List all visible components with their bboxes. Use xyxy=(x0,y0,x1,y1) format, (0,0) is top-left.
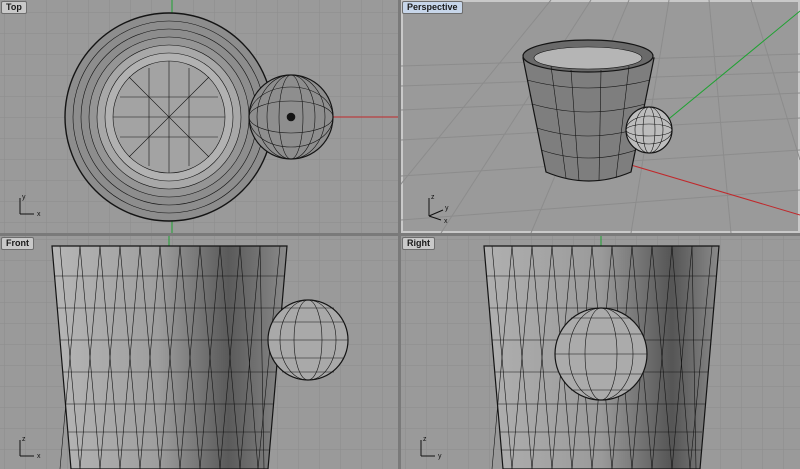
viewport-front-tab[interactable]: Front xyxy=(1,237,34,250)
viewport-top-tab[interactable]: Top xyxy=(1,1,27,14)
perspective-axis-z: z xyxy=(431,194,435,201)
top-axis-x: x xyxy=(37,211,41,218)
sphere-right-mesh xyxy=(554,307,648,401)
right-axis-y: y xyxy=(438,453,442,460)
right-axis-widget: z y xyxy=(420,436,442,460)
top-axis-y: y xyxy=(22,194,26,201)
top-view-canvas xyxy=(0,0,398,233)
perspective-axis-y: y xyxy=(445,205,449,212)
perspective-x-axis-line xyxy=(630,164,800,216)
perspective-axis-widget: z y x xyxy=(428,194,449,224)
viewport-perspective[interactable]: Perspective z y x xyxy=(401,0,800,233)
front-axis-widget: z x xyxy=(19,436,41,460)
cup-perspective-mesh xyxy=(522,39,655,182)
right-axis-z: z xyxy=(423,436,427,443)
sphere-top-mesh xyxy=(248,74,334,160)
viewport-top[interactable]: Top y x xyxy=(0,0,398,233)
viewport-grid: Top y x Perspective z y x Front z x Righ… xyxy=(0,0,800,469)
viewport-front[interactable]: Front z x xyxy=(0,236,398,469)
cup-front-mesh xyxy=(51,245,288,469)
perspective-axis-x: x xyxy=(444,218,448,224)
front-axis-x: x xyxy=(37,453,41,460)
viewport-perspective-tab[interactable]: Perspective xyxy=(402,1,463,14)
sphere-front-mesh xyxy=(267,299,349,381)
right-view-canvas xyxy=(401,236,800,469)
sphere-perspective-mesh xyxy=(625,106,673,154)
cup-top-mesh xyxy=(64,12,274,222)
viewport-right-tab[interactable]: Right xyxy=(402,237,435,250)
top-axis-widget: y x xyxy=(19,194,41,218)
front-view-canvas xyxy=(0,236,398,469)
viewport-right[interactable]: Right z y xyxy=(401,236,800,469)
front-axis-z: z xyxy=(22,436,26,443)
